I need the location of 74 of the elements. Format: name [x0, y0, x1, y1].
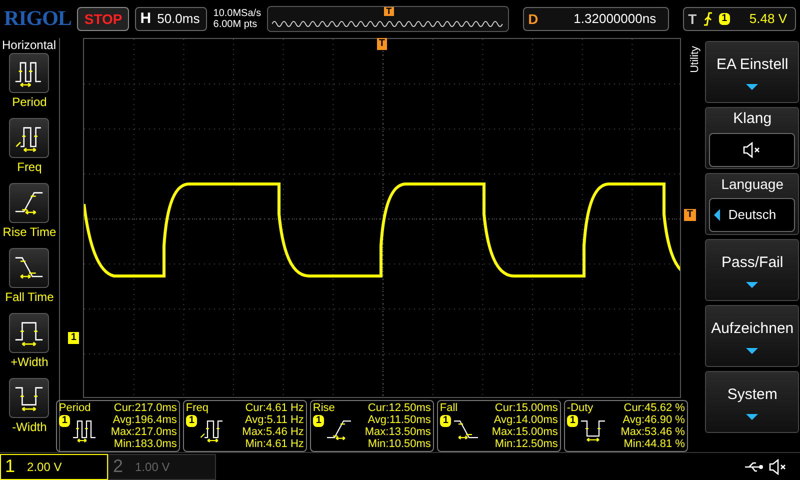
waveform-overview-icon	[272, 19, 504, 29]
rising-edge-icon	[702, 12, 713, 26]
measurement-name: -Duty	[566, 402, 594, 414]
measurement-value: Max:13.50ms	[364, 426, 431, 438]
measurement-value: Cur:45.62 %	[624, 402, 685, 414]
channel-number: 1	[5, 455, 16, 478]
trigger-label: T	[688, 10, 697, 28]
channel-scale: 1.00 V	[135, 458, 170, 476]
usb-icon	[744, 460, 764, 472]
trigger-panel[interactable]: T 1 5.48 V	[683, 7, 796, 31]
channel-badge: 1	[718, 13, 730, 25]
menu-label: Klang	[733, 110, 772, 129]
measurement-value: Cur:15.00ms	[494, 402, 558, 414]
menu-button[interactable]: EA Einstell	[705, 41, 800, 103]
brand-logo: RIGOL	[4, 5, 72, 32]
measurement-value: Max:15.00ms	[492, 426, 558, 438]
delay-panel[interactable]: D 1.32000000ns	[523, 7, 670, 31]
left-arrow-icon	[714, 208, 720, 220]
menu-title: Horizontal	[1, 38, 56, 53]
sound-toggle[interactable]	[709, 132, 796, 167]
measurement-value: Max:53.46 %	[620, 426, 685, 438]
measurement-value: Min:4.61 Hz	[245, 438, 304, 450]
delay-value: 1.32000000ns	[574, 10, 656, 28]
measurement-value: Cur:4.61 Hz	[245, 402, 304, 414]
measurement-value: Cur:217.0ms	[114, 402, 177, 414]
dropdown-arrow-icon	[746, 84, 758, 90]
measurement-name: Freq	[186, 402, 210, 414]
measurement-value: Avg:11.50ms	[368, 414, 431, 426]
measurement-value: Avg:14.00ms	[494, 414, 558, 426]
measurement-value: Min:44.81 %	[624, 438, 685, 450]
measurement-name: Fall	[440, 402, 459, 414]
dropdown-arrow-icon	[746, 282, 758, 288]
menu-label: Language	[721, 176, 784, 194]
channel-badge: 1	[566, 415, 578, 427]
dropdown-arrow-icon	[746, 348, 758, 354]
measurement-value: Max:5.46 Hz	[242, 426, 304, 438]
measurement-name: Period	[58, 402, 92, 414]
trigger-position-marker: T	[376, 38, 388, 50]
menu-button[interactable]: Pass/Fail	[705, 239, 800, 301]
run-stop-button[interactable]: STOP	[77, 7, 130, 31]
trigger-level-marker: T	[684, 209, 696, 221]
measurement-value: Min:10.50ms	[368, 438, 431, 450]
channel-scale: 2.00 V	[27, 458, 62, 476]
measurement-value: Avg:46.90 %	[622, 414, 685, 426]
language-select[interactable]: Deutsch	[709, 198, 796, 232]
channel-number: 2	[113, 455, 124, 478]
sample-rate: 10.0MSa/s	[213, 8, 262, 19]
measurement-value: Avg:5.11 Hz	[245, 414, 304, 426]
channel-badge: 1	[312, 415, 324, 427]
dropdown-arrow-icon	[746, 414, 758, 420]
channel-offset-marker: 1	[68, 332, 80, 344]
channel-indicator[interactable]: 1 2.00 V	[0, 454, 108, 480]
measurement-name: Rise	[312, 402, 336, 414]
timebase-value: 50.0ms	[157, 10, 200, 28]
measure-menu-item[interactable]: Rise Time	[2, 183, 56, 248]
measurement-value: Min:183.0ms	[114, 438, 177, 450]
timebase-label: H	[140, 8, 152, 29]
menu-button[interactable]: Aufzeichnen	[705, 305, 800, 367]
speaker-muted-icon	[742, 142, 762, 158]
trigger-level: 5.48 V	[749, 10, 787, 28]
channel-badge: 1	[440, 415, 452, 427]
speaker-muted-icon	[768, 458, 788, 474]
channel-badge: 1	[186, 415, 198, 427]
utility-tab[interactable]: Utility	[688, 46, 703, 73]
measurement-value: Max:217.0ms	[110, 426, 177, 438]
measurement-value: Avg:196.4ms	[112, 414, 177, 426]
delay-label: D	[528, 10, 538, 28]
memory-depth: 6.00M pts	[213, 19, 258, 30]
trigger-position-marker: T	[384, 7, 394, 16]
measurement-value: Min:12.50ms	[494, 438, 558, 450]
measurement-value: Cur:12.50ms	[368, 402, 431, 414]
menu-button[interactable]: System	[705, 371, 800, 433]
timebase-panel[interactable]: H 50.0ms	[135, 7, 208, 31]
channel-badge: 1	[58, 415, 70, 427]
